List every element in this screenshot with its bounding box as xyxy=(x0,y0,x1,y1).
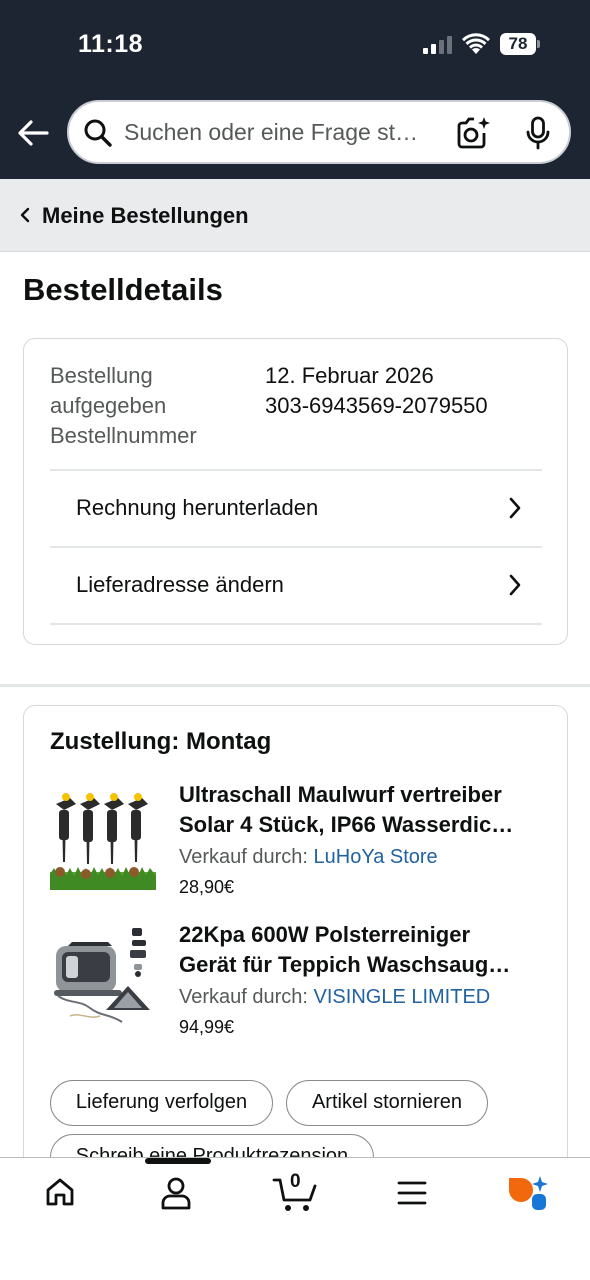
search-icon xyxy=(84,119,112,147)
app-header: 11:18 78 Suchen oder eine Frage st… xyxy=(0,0,590,179)
back-arrow-icon[interactable] xyxy=(16,116,50,150)
order-info-labels: Bestellung aufgegeben Bestellnummer xyxy=(50,361,240,451)
seller-link[interactable]: VISINGLE LIMITED xyxy=(314,986,491,1008)
delivery-card: Zustellung: Montag Ultraschall Maulwurf … xyxy=(23,705,568,1225)
product-image-mole-repeller[interactable] xyxy=(50,784,156,890)
order-placed-label: Bestellung xyxy=(50,363,153,388)
bottom-navigation: 0 xyxy=(0,1157,590,1280)
wifi-icon xyxy=(462,33,490,54)
section-divider xyxy=(0,684,590,687)
divider xyxy=(50,623,542,625)
seller-info: Verkauf durch: VISINGLE LIMITED xyxy=(179,986,491,1008)
order-placed-label-2: aufgegeben xyxy=(50,393,167,418)
camera-search-icon[interactable] xyxy=(455,116,491,150)
battery-indicator: 78 xyxy=(500,33,540,55)
track-delivery-button[interactable]: Lieferung verfolgen xyxy=(50,1080,273,1126)
battery-level: 78 xyxy=(508,34,528,53)
product-title[interactable]: 22Kpa 600W Polsterreiniger Gerät für Tep… xyxy=(179,920,544,980)
cellular-signal-icon xyxy=(423,36,452,54)
cancel-items-button[interactable]: Artikel stornieren xyxy=(286,1080,488,1126)
account-icon[interactable] xyxy=(160,1176,192,1210)
order-number: 303-6943569-2079550 xyxy=(265,393,488,418)
breadcrumb-label[interactable]: Meine Bestellungen xyxy=(42,179,249,252)
order-number-label: Bestellnummer xyxy=(50,423,197,448)
search-bar[interactable]: Suchen oder eine Frage st… xyxy=(67,100,571,164)
status-time: 11:18 xyxy=(78,30,144,58)
list-item[interactable]: Ultraschall Maulwurf vertreiber Solar 4 … xyxy=(50,780,550,910)
page-title: Bestelldetails xyxy=(23,272,223,307)
product-price: 94,99€ xyxy=(179,1017,235,1037)
change-address-row[interactable]: Lieferadresse ändern xyxy=(50,546,542,624)
breadcrumb[interactable]: Meine Bestellungen xyxy=(0,179,590,252)
chevron-right-icon xyxy=(509,574,521,596)
list-item[interactable]: 22Kpa 600W Polsterreiniger Gerät für Tep… xyxy=(50,920,550,1050)
order-date: 12. Februar 2026 xyxy=(265,363,434,388)
tab-indicator xyxy=(145,1158,211,1164)
search-input[interactable]: Suchen oder eine Frage st… xyxy=(124,102,444,162)
chevron-right-icon xyxy=(509,497,521,519)
product-title[interactable]: Ultraschall Maulwurf vertreiber Solar 4 … xyxy=(179,780,544,840)
product-price: 28,90€ xyxy=(179,877,235,897)
ai-assistant-icon[interactable] xyxy=(507,1174,549,1212)
seller-info: Verkauf durch: LuHoYa Store xyxy=(179,846,438,868)
chevron-left-icon xyxy=(20,207,30,223)
download-invoice-label: Rechnung herunterladen xyxy=(76,495,319,520)
home-icon[interactable] xyxy=(44,1176,76,1208)
product-image-upholstery-cleaner[interactable] xyxy=(50,924,156,1030)
seller-link[interactable]: LuHoYa Store xyxy=(314,846,438,868)
microphone-icon[interactable] xyxy=(525,116,551,150)
order-summary-card: Bestellung aufgegeben Bestellnummer 12. … xyxy=(23,338,568,645)
cart-count: 0 xyxy=(290,1171,301,1192)
change-address-label: Lieferadresse ändern xyxy=(76,572,284,597)
delivery-title: Zustellung: Montag xyxy=(50,728,272,755)
menu-icon[interactable] xyxy=(397,1180,427,1206)
order-info-values: 12. Februar 2026 303-6943569-2079550 xyxy=(265,361,488,421)
download-invoice-row[interactable]: Rechnung herunterladen xyxy=(50,469,542,547)
